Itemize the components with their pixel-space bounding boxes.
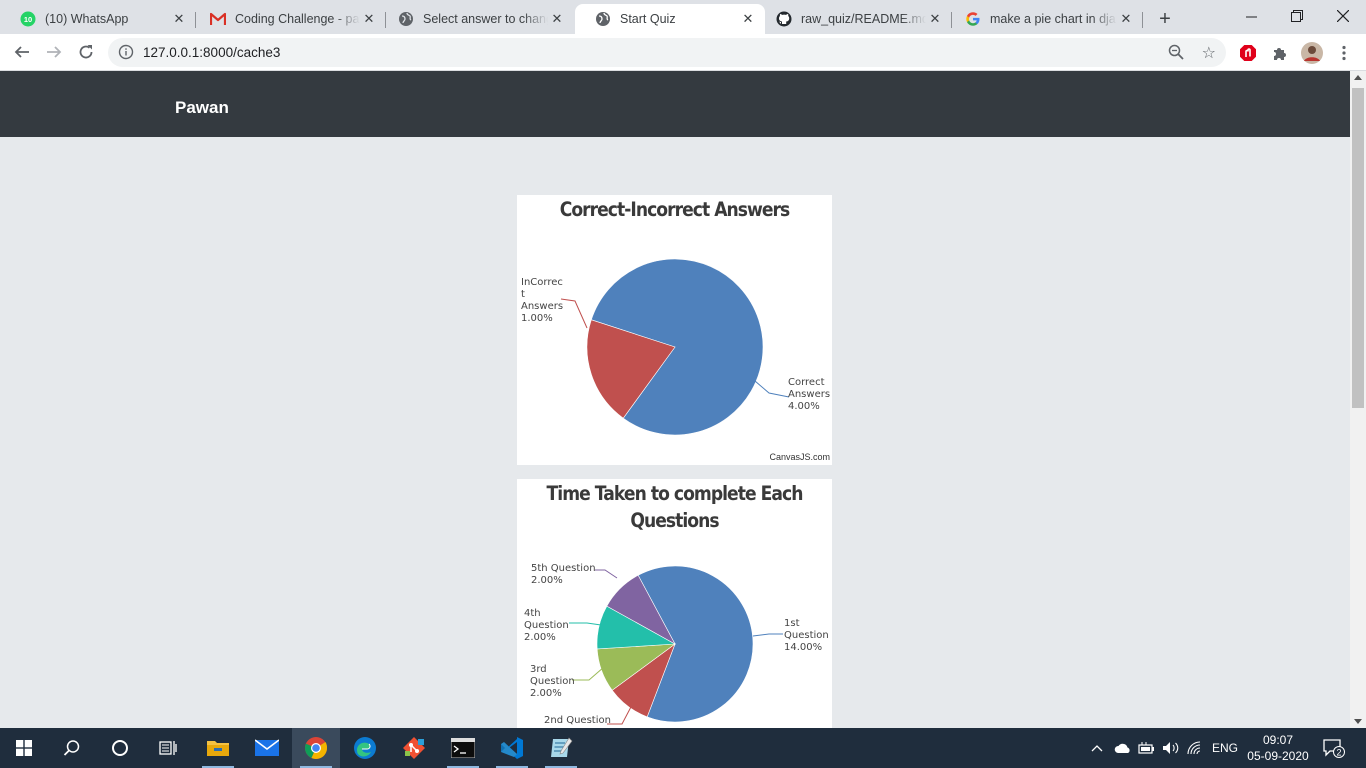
vscode-icon[interactable] (488, 728, 536, 768)
globe-icon (595, 11, 611, 27)
pie-chart-time: 1st Question 14.00% 2nd Question 3rd Question… (524, 563, 829, 726)
navbar-brand[interactable]: Pawan (175, 98, 229, 118)
clock-date: 05-09-2020 (1247, 749, 1309, 763)
wifi-icon[interactable] (1187, 728, 1205, 768)
volume-icon[interactable] (1162, 728, 1180, 768)
mail-icon[interactable] (243, 728, 291, 768)
tray-chevron-up-icon[interactable] (1091, 728, 1107, 768)
close-tab-icon[interactable]: ✕ (170, 10, 188, 28)
task-view-icon[interactable] (144, 728, 192, 768)
globe-icon (398, 11, 414, 27)
git-gui-icon[interactable] (390, 728, 438, 768)
cortana-icon[interactable] (96, 728, 144, 768)
windows-taskbar: ENG 09:07 05-09-2020 2 (0, 728, 1366, 768)
scroll-down-arrow-icon[interactable] (1354, 719, 1362, 724)
terminal-icon[interactable] (439, 728, 487, 768)
clock[interactable]: 09:07 05-09-2020 (1238, 732, 1318, 764)
tab-separator (1142, 12, 1143, 28)
menu-kebab-icon[interactable] (1333, 42, 1355, 64)
svg-text:2: 2 (1336, 748, 1341, 758)
tab-gmail[interactable]: Coding Challenge - pawan ✕ (190, 4, 386, 34)
pie-slice-label: 2nd Question (544, 715, 611, 726)
gmail-icon (210, 11, 226, 27)
pie-label-connector (569, 622, 602, 626)
pie-label-connector (752, 633, 783, 637)
pie-slice-label: 4th Question 2.00% (524, 608, 569, 643)
profile-avatar-icon[interactable] (1301, 42, 1323, 64)
file-explorer-icon[interactable] (194, 728, 242, 768)
search-icon[interactable] (48, 728, 96, 768)
forward-arrow-icon[interactable] (40, 38, 68, 66)
restore-icon[interactable] (1274, 0, 1320, 32)
chart-credit[interactable]: CanvasJS.com (769, 452, 830, 462)
tab-title: Start Quiz (620, 12, 676, 26)
page-scrollbar[interactable] (1350, 71, 1366, 728)
minimize-icon[interactable] (1228, 0, 1274, 32)
scroll-up-arrow-icon[interactable] (1354, 75, 1362, 80)
pie-slice-label: InCorrec t Answers 1.00% (521, 277, 563, 324)
edge-icon[interactable] (341, 728, 389, 768)
close-tab-icon[interactable]: ✕ (926, 10, 944, 28)
pie-label-connector (572, 666, 605, 681)
adblock-extension-icon[interactable] (1237, 42, 1259, 64)
chrome-icon[interactable] (292, 728, 340, 768)
address-bar[interactable]: 127.0.0.1:8000/cache3 ☆ (108, 38, 1226, 67)
pie-slice-label: 5th Question 2.00% (531, 563, 596, 586)
pie-chart-answers: Correct Answers 4.00% InCorrec t Answers 1.00% (521, 258, 830, 436)
close-tab-icon[interactable]: ✕ (360, 10, 378, 28)
tab-title: Select answer to change (423, 12, 548, 26)
chart-card-time: Time Taken to complete Each Questions 1s… (517, 479, 832, 728)
tab-strip: 10 (10) WhatsApp ✕ Coding Challenge - pa… (0, 0, 1366, 34)
github-icon (776, 11, 792, 27)
scroll-thumb[interactable] (1352, 88, 1364, 408)
pie-label-connector (754, 380, 790, 398)
tab-title: raw_quiz/README.md at master (801, 12, 926, 26)
notifications-icon[interactable]: 2 (1323, 728, 1347, 768)
url-text[interactable]: 127.0.0.1:8000/cache3 (143, 45, 280, 60)
google-icon (965, 11, 981, 27)
new-tab-plus-icon[interactable]: + (1153, 7, 1177, 31)
whatsapp-icon: 10 (20, 11, 36, 27)
pie-slice-label: Correct Answers 4.00% (788, 377, 830, 412)
clock-time: 09:07 (1262, 733, 1294, 747)
pie-slice-label: 3rd Question 2.00% (530, 664, 575, 699)
bookmark-star-icon[interactable]: ☆ (1202, 43, 1216, 63)
battery-icon[interactable] (1138, 728, 1156, 768)
close-tab-icon[interactable]: ✕ (548, 10, 566, 28)
reload-icon[interactable] (72, 38, 100, 66)
svg-text:10: 10 (24, 15, 32, 24)
tab-title: Coding Challenge - pawan (235, 12, 360, 26)
language-indicator[interactable]: ENG (1212, 728, 1238, 768)
notes-app-icon[interactable] (537, 728, 585, 768)
tab-title: (10) WhatsApp (45, 12, 129, 26)
extensions-puzzle-icon[interactable] (1269, 42, 1291, 64)
site-info-icon[interactable] (118, 44, 134, 60)
tab-start-quiz[interactable]: Start Quiz ✕ (575, 4, 765, 34)
back-arrow-icon[interactable] (8, 38, 36, 66)
pie-label-connector (560, 298, 588, 329)
tab-admin[interactable]: Select answer to change ✕ (378, 4, 574, 34)
windows-start-icon[interactable] (0, 728, 48, 768)
pie-label-connector (595, 569, 618, 579)
close-tab-icon[interactable]: ✕ (1117, 10, 1135, 28)
zoom-icon[interactable] (1168, 44, 1184, 65)
close-tab-icon[interactable]: ✕ (739, 10, 757, 28)
close-window-icon[interactable] (1320, 0, 1366, 32)
chart-card-answers: Correct-Incorrect Answers Correct Answers… (517, 195, 832, 465)
onedrive-cloud-icon[interactable] (1114, 728, 1132, 768)
pie-slice-label: 1st Question 14.00% (784, 618, 829, 653)
site-navbar: Pawan (0, 71, 1350, 137)
tab-github[interactable]: raw_quiz/README.md at master ✕ (756, 4, 952, 34)
tab-google[interactable]: make a pie chart in django ✕ (945, 4, 1143, 34)
browser-toolbar: 127.0.0.1:8000/cache3 ☆ (0, 34, 1366, 71)
tab-whatsapp[interactable]: 10 (10) WhatsApp ✕ (0, 4, 196, 34)
tab-title: make a pie chart in django (990, 12, 1117, 26)
